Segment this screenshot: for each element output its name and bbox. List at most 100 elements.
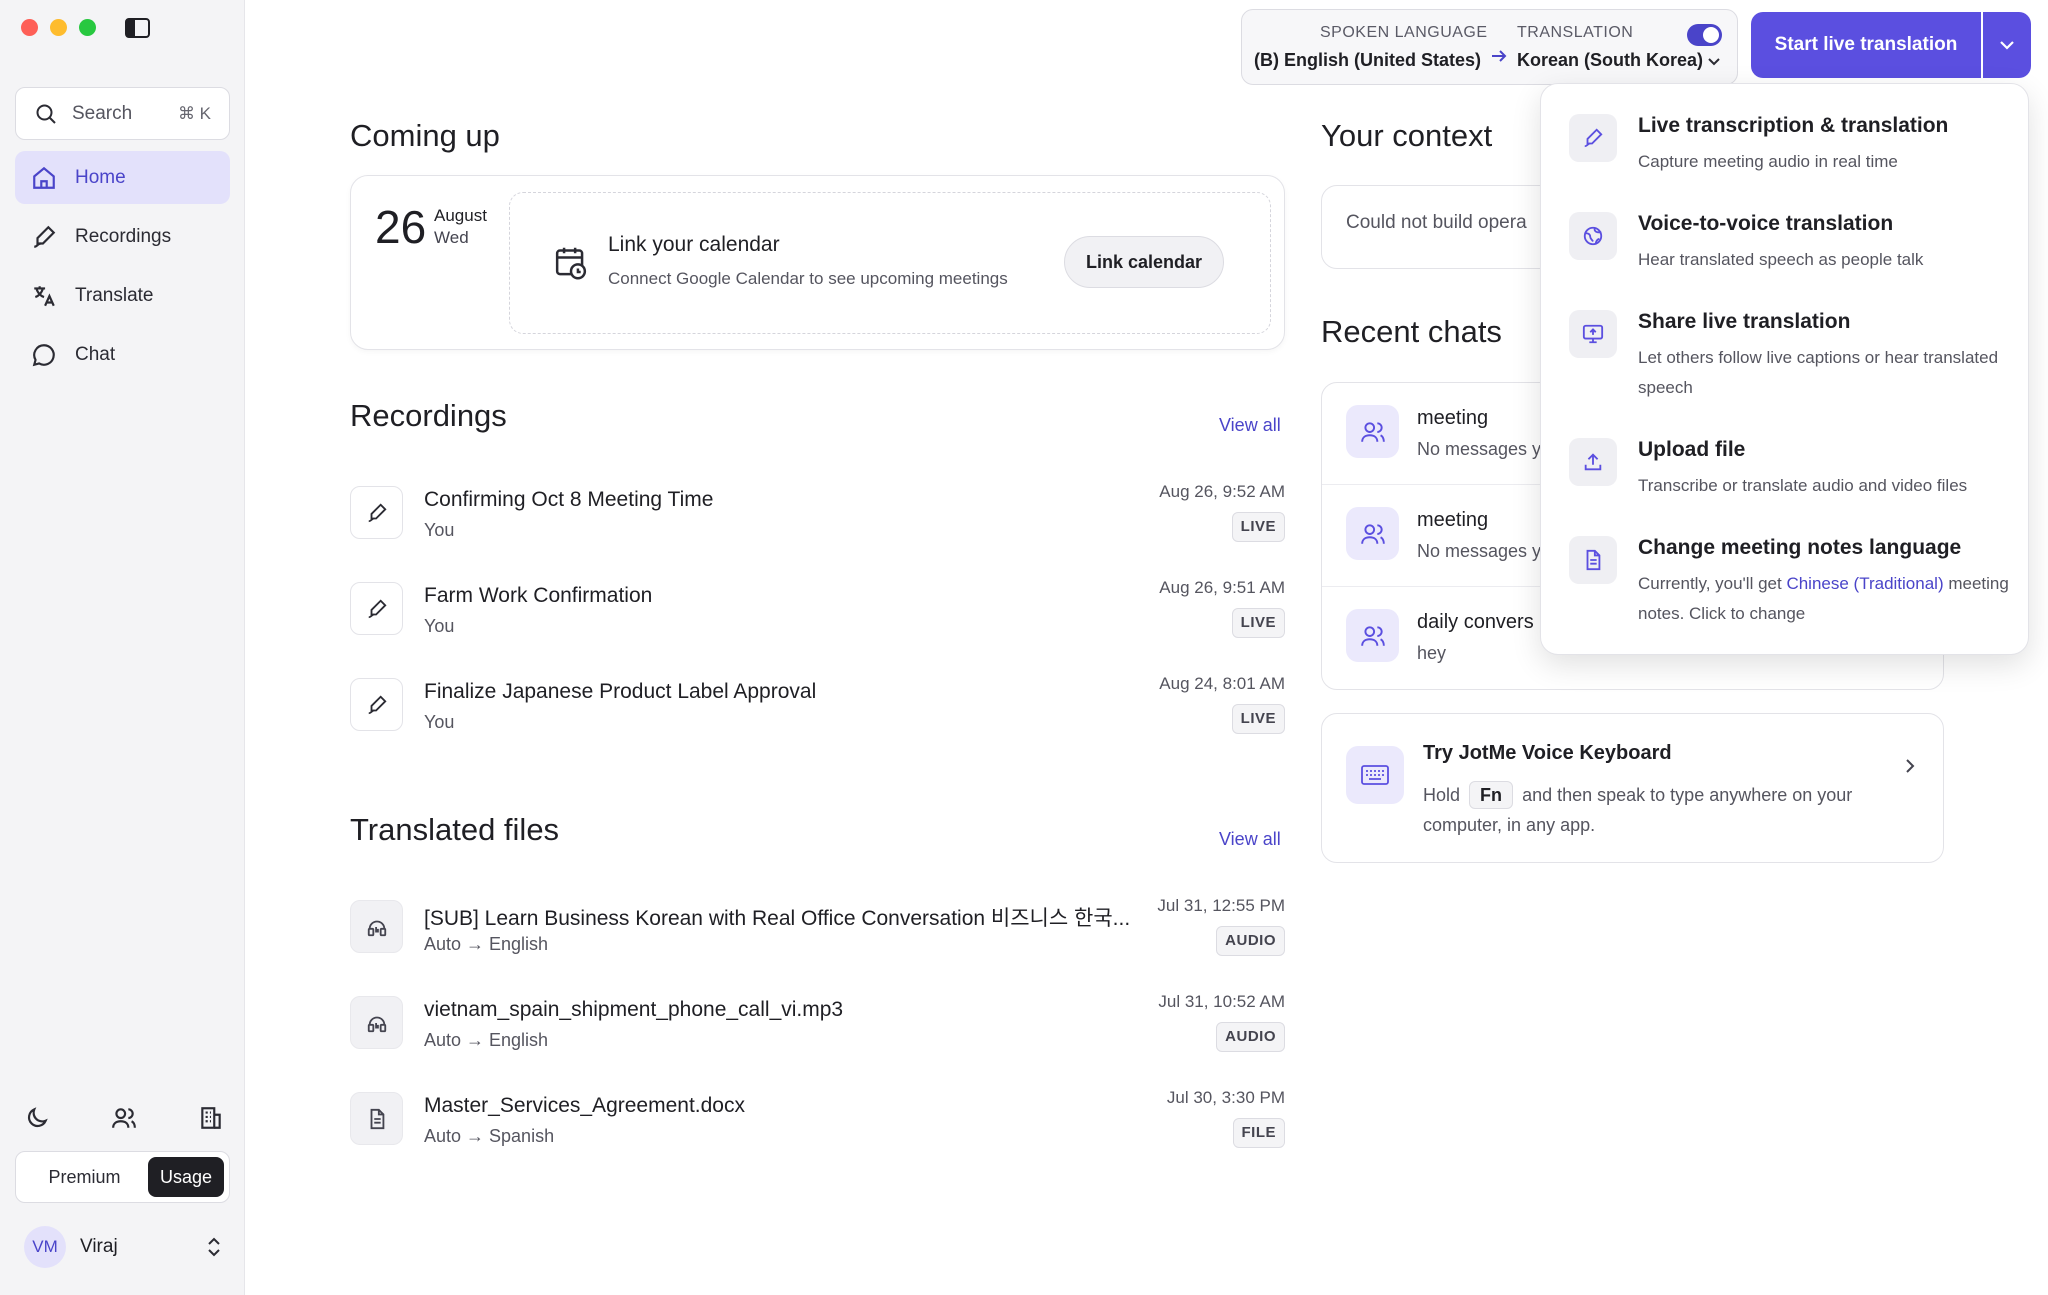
- search-shortcut: ⌘ K: [177, 103, 211, 123]
- menu-item-title: Change meeting notes language: [1638, 536, 1962, 559]
- sidebar-item-chat[interactable]: Chat: [15, 328, 230, 381]
- usage-button[interactable]: Usage: [148, 1157, 224, 1197]
- recording-row[interactable]: Finalize Japanese Product Label Approval…: [350, 670, 1285, 750]
- arrow-right-icon: [1492, 50, 1507, 62]
- audio-file-icon: [350, 996, 403, 1049]
- plan-toggle: Premium Usage: [15, 1151, 230, 1203]
- voice-keyboard-text: Hold: [1423, 785, 1461, 805]
- sidebar-item-recordings[interactable]: Recordings: [15, 210, 230, 263]
- menu-item-description: Hear translated speech as people talk: [1638, 250, 1924, 269]
- pen-icon: [350, 582, 403, 635]
- user-name: Viraj: [80, 1236, 118, 1257]
- chat-preview: hey: [1417, 643, 1447, 663]
- calendar-weekday: Wed: [434, 228, 469, 247]
- pen-icon: [1569, 114, 1617, 162]
- sidebar-toggle-icon[interactable]: [125, 18, 150, 38]
- start-live-translation-button[interactable]: Start live translation: [1751, 12, 1981, 78]
- translated-files-view-all-link[interactable]: View all: [1219, 829, 1281, 850]
- chevron-down-icon: [2000, 41, 2014, 50]
- menu-item-text: Currently, you'll get: [1638, 574, 1782, 593]
- translated-file-row[interactable]: Master_Services_Agreement.docx Auto → Sp…: [350, 1084, 1285, 1164]
- sidebar-utility-icons: [24, 1105, 224, 1131]
- avatar: VM: [24, 1226, 66, 1268]
- chat-title: daily convers: [1417, 611, 1534, 633]
- user-menu[interactable]: VM Viraj: [24, 1226, 224, 1268]
- window-controls: [21, 19, 96, 36]
- start-options-dropdown-button[interactable]: [1983, 12, 2031, 78]
- translation-toggle[interactable]: [1687, 24, 1722, 46]
- recordings-title: Recordings: [350, 398, 507, 433]
- recording-date: Aug 26, 9:51 AM: [1159, 578, 1285, 597]
- search-label: Search: [72, 102, 133, 124]
- your-context-title: Your context: [1321, 118, 1493, 153]
- link-calendar-button[interactable]: Link calendar: [1064, 236, 1224, 288]
- recordings-view-all-link[interactable]: View all: [1219, 415, 1281, 436]
- sidebar-item-translate[interactable]: Translate: [15, 269, 230, 322]
- group-chat-icon: [1346, 405, 1399, 458]
- team-icon[interactable]: [111, 1105, 137, 1131]
- menu-item-title: Share live translation: [1638, 310, 1851, 333]
- sidebar-item-home[interactable]: Home: [15, 151, 230, 204]
- language-selector[interactable]: SPOKEN LANGUAGE (B) English (United Stat…: [1241, 9, 1738, 85]
- minimize-window-button[interactable]: [50, 19, 67, 36]
- spoken-language-label: SPOKEN LANGUAGE: [1320, 24, 1488, 41]
- search-input[interactable]: Search ⌘ K: [15, 87, 230, 140]
- screen-share-icon: [1569, 310, 1617, 358]
- translation-language-value[interactable]: Korean (South Korea): [1517, 50, 1703, 71]
- chevron-right-icon: [1906, 759, 1915, 773]
- coming-up-title: Coming up: [350, 118, 500, 153]
- search-icon: [36, 104, 56, 124]
- file-title: Master_Services_Agreement.docx: [424, 1094, 745, 1117]
- recording-title: Confirming Oct 8 Meeting Time: [424, 488, 714, 511]
- chat-preview: No messages y: [1417, 439, 1542, 459]
- fn-key-badge: Fn: [1469, 781, 1514, 809]
- organization-icon[interactable]: [198, 1105, 224, 1131]
- dark-mode-icon[interactable]: [24, 1105, 50, 1131]
- notes-language-link[interactable]: Chinese (Traditional): [1786, 574, 1943, 593]
- status-badge: LIVE: [1231, 512, 1285, 542]
- translated-file-row[interactable]: vietnam_spain_shipment_phone_call_vi.mp3…: [350, 988, 1285, 1068]
- calendar-month: August: [434, 206, 487, 225]
- spoken-language-value[interactable]: (B) English (United States): [1254, 50, 1481, 71]
- recent-chats-title: Recent chats: [1321, 314, 1502, 349]
- file-date: Jul 31, 10:52 AM: [1158, 992, 1285, 1011]
- file-languages: Auto → English: [424, 1030, 549, 1050]
- recording-title: Finalize Japanese Product Label Approval: [424, 680, 817, 703]
- file-languages: Auto → Spanish: [424, 1126, 555, 1146]
- recording-owner: You: [424, 616, 455, 636]
- file-type-badge: AUDIO: [1216, 1022, 1285, 1052]
- translated-file-row[interactable]: [SUB] Learn Business Korean with Real Of…: [350, 892, 1285, 972]
- translation-label: TRANSLATION: [1517, 24, 1634, 41]
- chevron-up-down-icon: [208, 1237, 220, 1257]
- menu-item-description: Currently, you'll get Chinese (Tradition…: [1638, 569, 2018, 629]
- group-chat-icon: [1346, 507, 1399, 560]
- maximize-window-button[interactable]: [79, 19, 96, 36]
- file-date: Jul 30, 3:30 PM: [1166, 1088, 1285, 1107]
- voice-keyboard-title: Try JotMe Voice Keyboard: [1423, 742, 1672, 764]
- menu-item-description: Let others follow live captions or hear …: [1638, 348, 1999, 397]
- context-status-text: Could not build opera: [1346, 212, 1527, 233]
- translated-files-title: Translated files: [350, 812, 560, 847]
- group-chat-icon: [1346, 609, 1399, 662]
- chevron-down-icon: [1708, 58, 1720, 66]
- status-badge: LIVE: [1231, 608, 1285, 638]
- sidebar: Search ⌘ K Home Recordings Translate Cha…: [0, 0, 245, 1295]
- audio-file-icon: [350, 900, 403, 953]
- recording-row[interactable]: Farm Work Confirmation You Aug 26, 9:51 …: [350, 574, 1285, 654]
- file-date: Jul 31, 12:55 PM: [1157, 896, 1285, 915]
- recording-row[interactable]: Confirming Oct 8 Meeting Time You Aug 26…: [350, 478, 1285, 558]
- chat-title: meeting: [1417, 407, 1489, 429]
- menu-item-description: Capture meeting audio in real time: [1638, 152, 1898, 171]
- sidebar-item-label: Translate: [75, 284, 154, 306]
- recording-date: Aug 24, 8:01 AM: [1159, 674, 1285, 693]
- voice-keyboard-promo[interactable]: Try JotMe Voice Keyboard Hold Fn and the…: [1321, 713, 1944, 863]
- premium-button[interactable]: Premium: [21, 1157, 148, 1197]
- menu-item-title: Live transcription & translation: [1638, 114, 1949, 137]
- close-window-button[interactable]: [21, 19, 38, 36]
- translate-icon: [31, 283, 57, 309]
- recording-owner: You: [424, 712, 455, 732]
- sidebar-item-label: Chat: [75, 343, 116, 365]
- link-calendar-subtitle: Connect Google Calendar to see upcoming …: [608, 269, 1008, 288]
- pen-icon: [31, 224, 57, 250]
- pen-icon: [350, 486, 403, 539]
